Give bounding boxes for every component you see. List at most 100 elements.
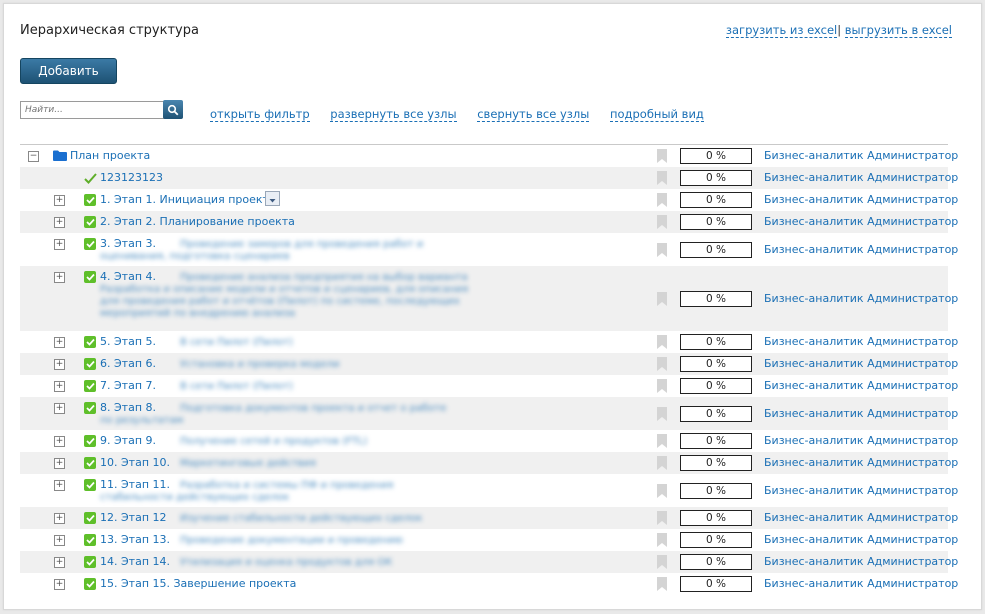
tree-row-stage[interactable]: +12. Этап 12 0 % Бизнес-аналитик Администр… bbox=[20, 507, 958, 529]
progress-field[interactable]: 0 % bbox=[680, 378, 752, 394]
assignee-link[interactable]: Бизнес-аналитик Администратор bbox=[764, 577, 958, 590]
expand-icon[interactable]: + bbox=[54, 436, 65, 447]
progress-field[interactable]: 0 % bbox=[680, 576, 752, 592]
progress-field[interactable]: 0 % bbox=[680, 532, 752, 548]
progress-field[interactable]: 0 % bbox=[680, 148, 752, 164]
progress-field[interactable]: 0 % bbox=[680, 455, 752, 471]
assignee-link[interactable]: Бизнес-аналитик Администратор bbox=[764, 292, 958, 305]
progress-field[interactable]: 0 % bbox=[680, 554, 752, 570]
tree-row-stage[interactable]: +6. Этап 6. 0 % Бизнес-аналитик Администра… bbox=[20, 353, 958, 375]
bookmark-icon[interactable] bbox=[657, 292, 667, 306]
stage-label[interactable]: 2. Этап 2. Планирование проекта bbox=[100, 215, 295, 228]
stage-label[interactable]: 4. Этап 4. bbox=[100, 270, 156, 283]
bookmark-icon[interactable] bbox=[657, 456, 667, 470]
expand-icon[interactable]: + bbox=[54, 579, 65, 590]
tree-row-stage[interactable]: +8. Этап 8. 0 % Бизнес-аналитик Администра… bbox=[20, 397, 958, 430]
tree-row-stage[interactable]: +1. Этап 1. Инициация проекта 0 % Бизнес-а… bbox=[20, 189, 958, 211]
expand-icon[interactable]: + bbox=[54, 337, 65, 348]
add-button[interactable]: Добавить bbox=[20, 58, 117, 84]
expand-all-link[interactable]: развернуть все узлы bbox=[330, 107, 457, 122]
bookmark-icon[interactable] bbox=[657, 407, 667, 421]
import-excel-link[interactable]: загрузить из excel bbox=[725, 23, 838, 38]
bookmark-icon[interactable] bbox=[657, 555, 667, 569]
bookmark-icon[interactable] bbox=[657, 215, 667, 229]
tree-row-stage[interactable]: +11. Этап 11. 0 % Бизнес-аналитик Админист… bbox=[20, 474, 958, 507]
collapse-all-link[interactable]: свернуть все узлы bbox=[477, 107, 590, 122]
bookmark-icon[interactable] bbox=[657, 335, 667, 349]
search-input[interactable] bbox=[20, 101, 166, 119]
assignee-link[interactable]: Бизнес-аналитик Администратор bbox=[764, 555, 958, 568]
search-button[interactable] bbox=[163, 100, 183, 119]
tree-row-stage[interactable]: +10. Этап 10. 0 % Бизнес-аналитик Админист… bbox=[20, 452, 958, 474]
stage-label[interactable]: 5. Этап 5. bbox=[100, 335, 156, 348]
progress-field[interactable]: 0 % bbox=[680, 214, 752, 230]
progress-field[interactable]: 0 % bbox=[680, 483, 752, 499]
tree-row-stage[interactable]: +4. Этап 4. 0 % Бизнес-аналитик Администра… bbox=[20, 266, 958, 331]
progress-field[interactable]: 0 % bbox=[680, 406, 752, 422]
stage-label[interactable]: 1. Этап 1. Инициация проекта bbox=[100, 193, 276, 206]
stage-label[interactable]: 3. Этап 3. bbox=[100, 237, 156, 250]
bookmark-icon[interactable] bbox=[657, 533, 667, 547]
assignee-link[interactable]: Бизнес-аналитик Администратор bbox=[764, 215, 958, 228]
assignee-link[interactable]: Бизнес-аналитик Администратор bbox=[764, 193, 958, 206]
progress-field[interactable]: 0 % bbox=[680, 291, 752, 307]
progress-field[interactable]: 0 % bbox=[680, 510, 752, 526]
expand-icon[interactable]: + bbox=[54, 557, 65, 568]
tree-row-stage[interactable]: +9. Этап 9. 0 % Бизнес-аналитик Администра… bbox=[20, 430, 958, 452]
bookmark-icon[interactable] bbox=[657, 379, 667, 393]
bookmark-icon[interactable] bbox=[657, 434, 667, 448]
bookmark-icon[interactable] bbox=[657, 577, 667, 591]
expand-icon[interactable]: + bbox=[54, 272, 65, 283]
assignee-link[interactable]: Бизнес-аналитик Администратор bbox=[764, 434, 958, 447]
root-label[interactable]: План проекта bbox=[70, 149, 150, 162]
tree-row-stage[interactable]: +14. Этап 14. 0 % Бизнес-аналитик Админист… bbox=[20, 551, 958, 573]
bookmark-icon[interactable] bbox=[657, 243, 667, 257]
assignee-link[interactable]: Бизнес-аналитик Администратор bbox=[764, 357, 958, 370]
expand-icon[interactable]: + bbox=[54, 239, 65, 250]
stage-label[interactable]: 14. Этап 14. bbox=[100, 555, 170, 568]
tree-row-stage[interactable]: +2. Этап 2. Планирование проекта 0 % Бизне… bbox=[20, 211, 958, 233]
stage-label[interactable]: 10. Этап 10. bbox=[100, 456, 170, 469]
stage-label[interactable]: 13. Этап 13. bbox=[100, 533, 170, 546]
open-filter-link[interactable]: открыть фильтр bbox=[210, 107, 310, 122]
export-excel-link[interactable]: выгрузить в excel bbox=[844, 23, 952, 38]
detailed-view-link[interactable]: подробный вид bbox=[610, 107, 704, 122]
progress-field[interactable]: 0 % bbox=[680, 192, 752, 208]
bookmark-icon[interactable] bbox=[657, 171, 667, 185]
tree-row-stage[interactable]: +13. Этап 13. 0 % Бизнес-аналитик Админист… bbox=[20, 529, 958, 551]
expand-icon[interactable]: + bbox=[54, 480, 65, 491]
stage-label[interactable]: 12. Этап 12 bbox=[100, 511, 167, 524]
progress-field[interactable]: 0 % bbox=[680, 356, 752, 372]
tree-row-leaf[interactable]: 123123123 0 % Бизнес-аналитик Администра… bbox=[20, 167, 958, 189]
assignee-link[interactable]: Бизнес-аналитик Администратор bbox=[764, 484, 958, 497]
stage-label[interactable]: 6. Этап 6. bbox=[100, 357, 156, 370]
tree-row-stage[interactable]: +3. Этап 3. 0 % Бизнес-аналитик Администра… bbox=[20, 233, 958, 266]
tree-row-stage[interactable]: +5. Этап 5. 0 % Бизнес-аналитик Администра… bbox=[20, 331, 958, 353]
expand-icon[interactable]: + bbox=[54, 513, 65, 524]
bookmark-icon[interactable] bbox=[657, 149, 667, 163]
assignee-link[interactable]: Бизнес-аналитик Администратор bbox=[764, 379, 958, 392]
progress-field[interactable]: 0 % bbox=[680, 242, 752, 258]
bookmark-icon[interactable] bbox=[657, 484, 667, 498]
expand-icon[interactable]: + bbox=[54, 195, 65, 206]
stage-label[interactable]: 15. Этап 15. Завершение проекта bbox=[100, 577, 296, 590]
expand-icon[interactable]: + bbox=[54, 403, 65, 414]
assignee-link[interactable]: Бизнес-аналитик Администратор bbox=[764, 171, 958, 184]
assignee-link[interactable]: Бизнес-аналитик Администратор bbox=[764, 243, 958, 256]
bookmark-icon[interactable] bbox=[657, 193, 667, 207]
progress-field[interactable]: 0 % bbox=[680, 433, 752, 449]
tree-row-stage[interactable]: +15. Этап 15. Завершение проекта 0 % Бизне… bbox=[20, 573, 958, 595]
stage-label[interactable]: 7. Этап 7. bbox=[100, 379, 156, 392]
assignee-link[interactable]: Бизнес-аналитик Администратор bbox=[764, 335, 958, 348]
assignee-link[interactable]: Бизнес-аналитик Администратор bbox=[764, 456, 958, 469]
expand-icon[interactable]: + bbox=[54, 217, 65, 228]
progress-field[interactable]: 0 % bbox=[680, 170, 752, 186]
assignee-link[interactable]: Бизнес-аналитик Администратор bbox=[764, 533, 958, 546]
collapse-icon[interactable]: − bbox=[28, 151, 39, 162]
expand-icon[interactable]: + bbox=[54, 359, 65, 370]
tree-row-root[interactable]: − План проекта 0 % Бизнес-аналитик Админ… bbox=[20, 145, 958, 167]
assignee-link[interactable]: Бизнес-аналитик Администратор bbox=[764, 149, 958, 162]
tree-row-stage[interactable]: +7. Этап 7. 0 % Бизнес-аналитик Администра… bbox=[20, 375, 958, 397]
stage-label[interactable]: 9. Этап 9. bbox=[100, 434, 156, 447]
expand-icon[interactable]: + bbox=[54, 381, 65, 392]
